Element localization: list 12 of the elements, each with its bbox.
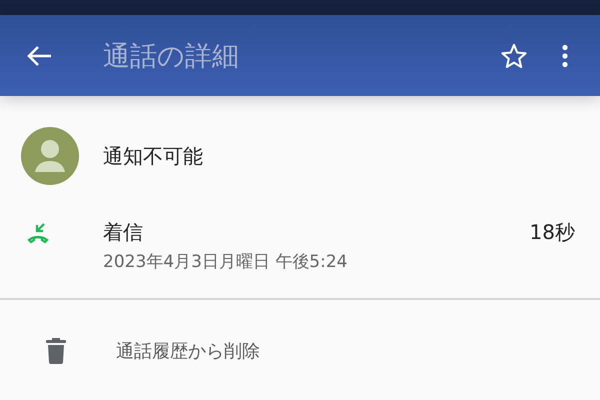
more-options-icon[interactable] xyxy=(561,44,569,68)
screen-title: 通話の詳細 xyxy=(103,40,239,74)
avatar-icon xyxy=(21,127,79,185)
incoming-call-icon xyxy=(26,221,50,245)
trash-icon[interactable] xyxy=(46,338,66,364)
call-duration: 18秒 xyxy=(530,219,575,246)
call-date: 2023年4月3日月曜日 午後5:24 xyxy=(103,251,348,273)
star-icon[interactable] xyxy=(500,42,528,70)
delete-from-history-action[interactable]: 通話履歴から削除 xyxy=(116,339,260,363)
contact-name: 通知不可能 xyxy=(103,142,203,170)
call-type: 着信 xyxy=(103,219,144,246)
back-arrow-icon[interactable] xyxy=(25,44,53,68)
